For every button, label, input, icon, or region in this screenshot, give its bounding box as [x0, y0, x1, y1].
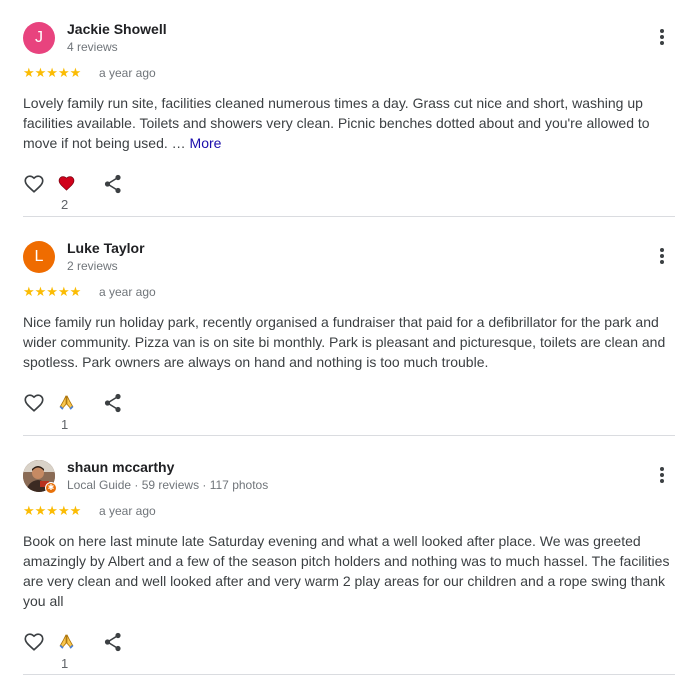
reaction-count: 1 [61, 417, 69, 433]
more-options-button[interactable] [653, 467, 671, 487]
review-text-body: Book on here last minute late Saturday e… [23, 533, 670, 609]
review-date: a year ago [99, 504, 156, 518]
reviewer-name[interactable]: Jackie Showell [67, 21, 167, 37]
like-heart-icon[interactable] [23, 631, 45, 653]
review-text: Nice family run holiday park, recently o… [23, 312, 675, 372]
reaction-chip[interactable]: 1 [58, 633, 75, 671]
reviewer-meta: 4 reviews [67, 40, 118, 54]
review-date: a year ago [99, 66, 156, 80]
more-options-button[interactable] [653, 29, 671, 49]
rating-row: ★★★★★ a year ago [23, 65, 675, 81]
reaction-count: 2 [61, 197, 69, 213]
review-card: J Jackie Showell 4 reviews ★★★★★ a year … [23, 13, 675, 212]
star-rating: ★★★★★ [23, 284, 82, 299]
share-icon[interactable] [103, 631, 125, 653]
share-icon[interactable] [103, 392, 125, 414]
local-guide-badge-icon: ✱ [45, 482, 57, 494]
review-text-body: Lovely family run site, facilities clean… [23, 95, 650, 151]
review-header: J Jackie Showell 4 reviews [23, 13, 675, 65]
reviewer-meta: Local Guide · 59 reviews · 117 photos [67, 478, 269, 492]
more-options-button[interactable] [653, 248, 671, 268]
avatar[interactable]: ✱ [23, 460, 57, 494]
review-card: L Luke Taylor 2 reviews ★★★★★ a year ago… [23, 232, 675, 432]
reaction-chip[interactable]: 1 [58, 394, 75, 432]
reaction-count: 1 [61, 656, 69, 672]
star-rating: ★★★★★ [23, 503, 82, 518]
review-date: a year ago [99, 285, 156, 299]
reviewer-name[interactable]: shaun mccarthy [67, 459, 174, 475]
review-text: Book on here last minute late Saturday e… [23, 531, 675, 611]
divider [23, 674, 675, 675]
divider [23, 216, 675, 217]
praying-hands-icon [58, 394, 75, 416]
avatar[interactable]: J [23, 22, 55, 54]
divider [23, 435, 675, 436]
avatar[interactable]: L [23, 241, 55, 273]
review-header: ✱ shaun mccarthy Local Guide · 59 review… [23, 451, 675, 503]
like-heart-icon[interactable] [23, 173, 45, 195]
reviewer-meta: 2 reviews [67, 259, 118, 273]
share-icon[interactable] [103, 173, 125, 195]
star-rating: ★★★★★ [23, 65, 82, 80]
rating-row: ★★★★★ a year ago [23, 503, 675, 519]
review-header: L Luke Taylor 2 reviews [23, 232, 675, 284]
red-heart-icon [58, 175, 75, 196]
reviewer-name[interactable]: Luke Taylor [67, 240, 145, 256]
rating-row: ★★★★★ a year ago [23, 284, 675, 300]
more-link[interactable]: More [190, 135, 222, 151]
review-text: Lovely family run site, facilities clean… [23, 93, 675, 153]
review-card: ✱ shaun mccarthy Local Guide · 59 review… [23, 451, 675, 671]
reaction-chip[interactable]: 2 [58, 175, 75, 212]
praying-hands-icon [58, 633, 75, 655]
like-heart-icon[interactable] [23, 392, 45, 414]
review-text-body: Nice family run holiday park, recently o… [23, 314, 666, 370]
